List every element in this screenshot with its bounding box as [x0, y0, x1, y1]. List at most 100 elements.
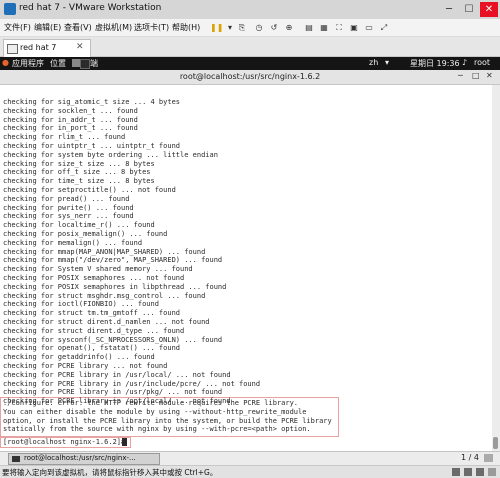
- gnome-top-bar: ● 应用程序 位置 端 zh ▾ 星期日 19:36 ♪ root: [0, 57, 500, 70]
- workspace-indicator[interactable]: 1 / 4: [461, 453, 479, 462]
- error-line: You can either disable the module by usi…: [3, 407, 307, 416]
- pause-icon[interactable]: ❚❚: [210, 22, 223, 33]
- vm-icon: [7, 44, 18, 54]
- unity-icon[interactable]: ▣: [348, 22, 360, 33]
- terminal-output[interactable]: checking for sig_atomic_t size ... 4 byt…: [0, 85, 492, 451]
- terminal-app-icon: [72, 59, 80, 67]
- taskbar-item-terminal[interactable]: root@localhost:/usr/src/nginx-...: [8, 453, 160, 465]
- terminal-line: checking for off_t size ... 8 bytes: [3, 168, 151, 177]
- terminal-line: checking for sys_nerr ... found: [3, 212, 134, 221]
- device-icon-4[interactable]: [488, 468, 496, 476]
- terminal-title-bar: root@localhost:/usr/src/nginx-1.6.2 ─ □ …: [0, 70, 500, 85]
- device-icon-3[interactable]: [476, 468, 484, 476]
- terminal-minimize-button[interactable]: ─: [458, 71, 463, 80]
- device-icon-2[interactable]: [464, 468, 472, 476]
- menu-edit[interactable]: 编辑(E): [34, 22, 61, 33]
- terminal-line: checking for in_port_t ... found: [3, 124, 138, 133]
- terminal-line: checking for POSIX semaphores ... not fo…: [3, 274, 185, 282]
- terminal-line: checking for system byte ordering ... li…: [3, 150, 218, 159]
- terminal-line: checking for rlim_t ... found: [3, 133, 126, 142]
- close-button[interactable]: ✕: [480, 2, 498, 17]
- terminal-line: checking for socklen_t ... found: [3, 106, 138, 115]
- terminal-line: checking for in_addr_t ... found: [3, 115, 138, 124]
- menu-view[interactable]: 查看(V): [64, 22, 92, 33]
- terminal-line: checking for ioctl(FIONBIO) ... found: [3, 300, 159, 309]
- terminal-close-button[interactable]: ✕: [486, 71, 493, 80]
- dropdown-icon[interactable]: ▾: [224, 22, 236, 33]
- device-icon-1[interactable]: [452, 468, 460, 476]
- terminal-line: checking for PCRE library in /usr/includ…: [3, 379, 261, 388]
- menu-tabs[interactable]: 选项卡(T): [134, 22, 169, 33]
- terminal-line: checking for struct dirent.d_namlen ... …: [3, 318, 210, 326]
- terminal-line: checking for setproctitle() ... not foun…: [3, 186, 176, 194]
- terminal-app-icon-2: [80, 59, 90, 69]
- terminal-line: checking for System V shared memory ... …: [3, 265, 193, 274]
- workspace-icon[interactable]: [484, 454, 493, 462]
- terminal-line: checking for uintptr_t ... uintptr_t fou…: [3, 142, 181, 150]
- gnome-bottom-bar: root@localhost:/usr/src/nginx-... 1 / 4: [0, 451, 500, 465]
- terminal-line: checking for PCRE library ... not found: [3, 362, 168, 370]
- window-title: red hat 7 - VMware Workstation: [19, 3, 162, 13]
- minimize-button[interactable]: ─: [440, 2, 458, 17]
- vmware-status-bar: 要将输入定向到该虚拟机，请将鼠标指针移入其中或按 Ctrl+G。: [0, 465, 500, 478]
- terminal-line: checking for size_t size ... 8 bytes: [3, 159, 155, 168]
- terminal-line: checking for pwrite() ... found: [3, 203, 134, 212]
- stretch-icon[interactable]: ⤢: [378, 22, 390, 33]
- active-app-label[interactable]: 端: [90, 58, 98, 69]
- error-line: option, or install the PCRE library into…: [3, 416, 332, 425]
- terminal-scroll-thumb[interactable]: [493, 437, 498, 449]
- clock[interactable]: 星期日 19:36: [410, 58, 460, 69]
- terminal-line: checking for getaddrinfo() ... found: [3, 353, 155, 362]
- terminal-line: checking for localtime_r() ... found: [3, 221, 155, 230]
- taskbar-item-label: root@localhost:/usr/src/nginx-...: [24, 454, 136, 462]
- tab-red-hat-7[interactable]: red hat 7 ✕: [3, 39, 91, 57]
- terminal-line: checking for sig_atomic_t size ... 4 byt…: [3, 98, 181, 106]
- menu-file[interactable]: 文件(F): [4, 22, 31, 33]
- snapshot-icon[interactable]: ◷: [253, 22, 265, 33]
- terminal-line: checking for mmap("/dev/zero", MAP_SHARE…: [3, 256, 223, 265]
- input-dropdown-icon[interactable]: ▾: [385, 58, 389, 67]
- menu-vm[interactable]: 虚拟机(M): [95, 22, 132, 33]
- error-line: ./configure: error: the HTTP rewrite mod…: [3, 399, 299, 407]
- revert-snapshot-icon[interactable]: ↺: [268, 22, 280, 33]
- terminal-line: checking for mmap(MAP_ANON|MAP_SHARED) .…: [3, 247, 206, 256]
- menu-help[interactable]: 帮助(H): [172, 22, 200, 33]
- maximize-button[interactable]: ☐: [460, 2, 478, 17]
- tab-bar: red hat 7 ✕: [0, 37, 500, 57]
- library-icon[interactable]: ▤: [303, 22, 315, 33]
- thumbnail-icon[interactable]: ▦: [318, 22, 330, 33]
- terminal-line: checking for memalign() ... found: [3, 238, 143, 247]
- send-ctrl-alt-del-icon[interactable]: ⎘: [236, 22, 248, 33]
- console-view-icon[interactable]: ▭: [363, 22, 375, 33]
- applications-menu[interactable]: 应用程序: [12, 58, 44, 69]
- gnome-foot-icon: ●: [2, 58, 9, 67]
- status-message: 要将输入定向到该虚拟机，请将鼠标指针移入其中或按 Ctrl+G。: [2, 468, 218, 477]
- terminal-line: checking for struct dirent.d_type ... fo…: [3, 326, 185, 335]
- user-menu[interactable]: root: [474, 58, 490, 67]
- terminal-line: checking for struct msghdr.msg_control .…: [3, 291, 206, 300]
- terminal-maximize-button[interactable]: □: [472, 71, 480, 80]
- terminal-line: checking for struct tm.tm_gmtoff ... fou…: [3, 309, 181, 318]
- terminal-line: checking for pread() ... found: [3, 194, 130, 203]
- terminal-line: checking for openat(), fstatat() ... fou…: [3, 344, 181, 353]
- menu-bar: 文件(F) 编辑(E) 查看(V) 虚拟机(M) 选项卡(T) 帮助(H) ❚❚…: [0, 19, 500, 37]
- snapshot-manager-icon[interactable]: ⊕: [283, 22, 295, 33]
- volume-icon[interactable]: ♪: [462, 58, 467, 67]
- vmware-logo-icon: [4, 3, 16, 15]
- tab-close-icon[interactable]: ✕: [76, 42, 84, 52]
- terminal-line: checking for PCRE library in /usr/pkg/ .…: [3, 388, 223, 397]
- fullscreen-icon[interactable]: ⛶: [333, 22, 345, 33]
- input-method[interactable]: zh: [369, 58, 378, 67]
- terminal-line: checking for sysconf(_SC_NPROCESSORS_ONL…: [3, 335, 223, 344]
- terminal-line: checking for POSIX semaphores in libpthr…: [3, 282, 227, 291]
- terminal-line: checking for time_t size ... 8 bytes: [3, 177, 155, 186]
- terminal-line: checking for posix_memalign() ... found: [3, 230, 168, 238]
- error-line: statically from the source with nginx by…: [3, 425, 311, 434]
- places-menu[interactable]: 位置: [50, 58, 66, 69]
- vmware-title-bar: red hat 7 - VMware Workstation ─ ☐ ✕: [0, 0, 500, 19]
- tab-label: red hat 7: [20, 43, 57, 52]
- shell-prompt[interactable]: [root@localhost nginx-1.6.2]#: [3, 438, 129, 446]
- terminal-scrollbar[interactable]: [492, 85, 500, 451]
- terminal-line: checking for PCRE library in /usr/local/…: [3, 370, 231, 379]
- terminal-icon: [12, 456, 20, 462]
